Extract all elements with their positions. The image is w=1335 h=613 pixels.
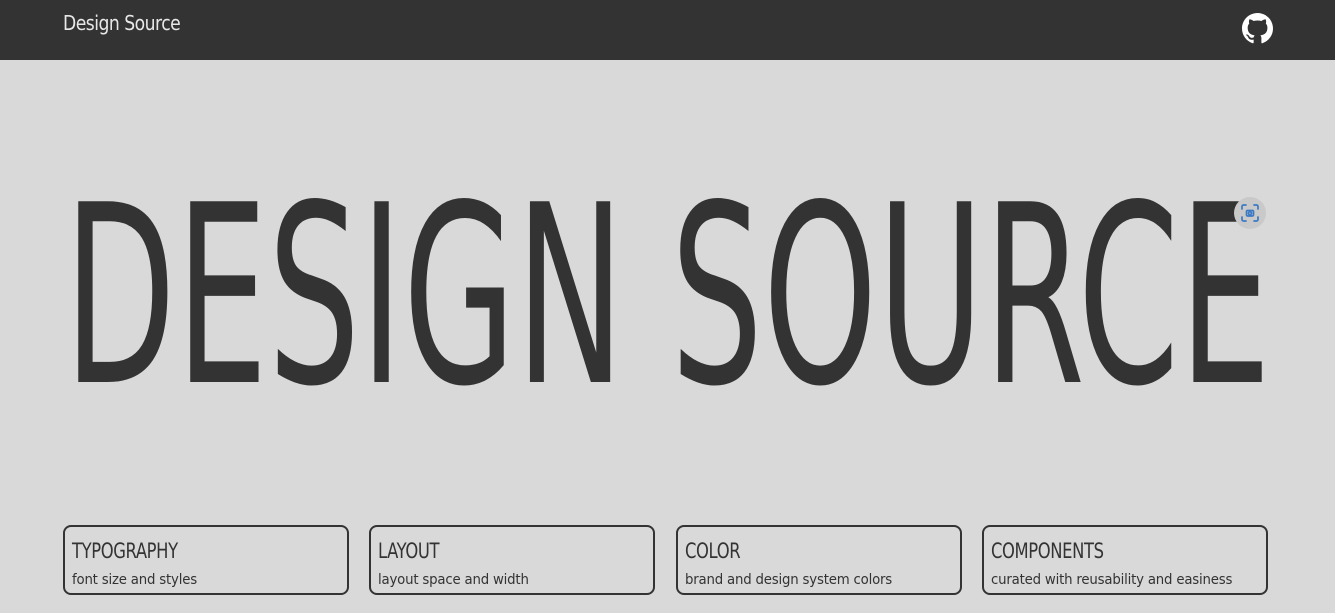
- card-subtitle: brand and design system colors: [685, 572, 893, 588]
- card-layout[interactable]: LAYOUT layout space and width: [369, 525, 655, 595]
- card-components[interactable]: COMPONENTS curated with reusability and …: [982, 525, 1268, 595]
- top-navigation-bar: Design Source: [0, 0, 1335, 60]
- card-title: LAYOUT: [378, 539, 440, 563]
- hero-title-text: DESIGN SOURCE: [64, 196, 1271, 392]
- card-title: COLOR: [685, 539, 741, 563]
- card-title: COMPONENTS: [991, 539, 1104, 563]
- card-subtitle: curated with reusability and easiness: [991, 572, 1233, 588]
- card-typography[interactable]: TYPOGRAPHY font size and styles: [63, 525, 349, 595]
- github-icon[interactable]: [1242, 13, 1273, 44]
- hero-title: DESIGN SOURCE: [64, 196, 1271, 392]
- card-subtitle: layout space and width: [378, 572, 529, 588]
- card-color[interactable]: COLOR brand and design system colors: [676, 525, 962, 595]
- card-title: TYPOGRAPHY: [72, 539, 178, 563]
- brand-logo-text[interactable]: Design Source: [63, 11, 181, 35]
- card-subtitle: font size and styles: [72, 572, 197, 588]
- screen-capture-icon[interactable]: [1234, 197, 1266, 229]
